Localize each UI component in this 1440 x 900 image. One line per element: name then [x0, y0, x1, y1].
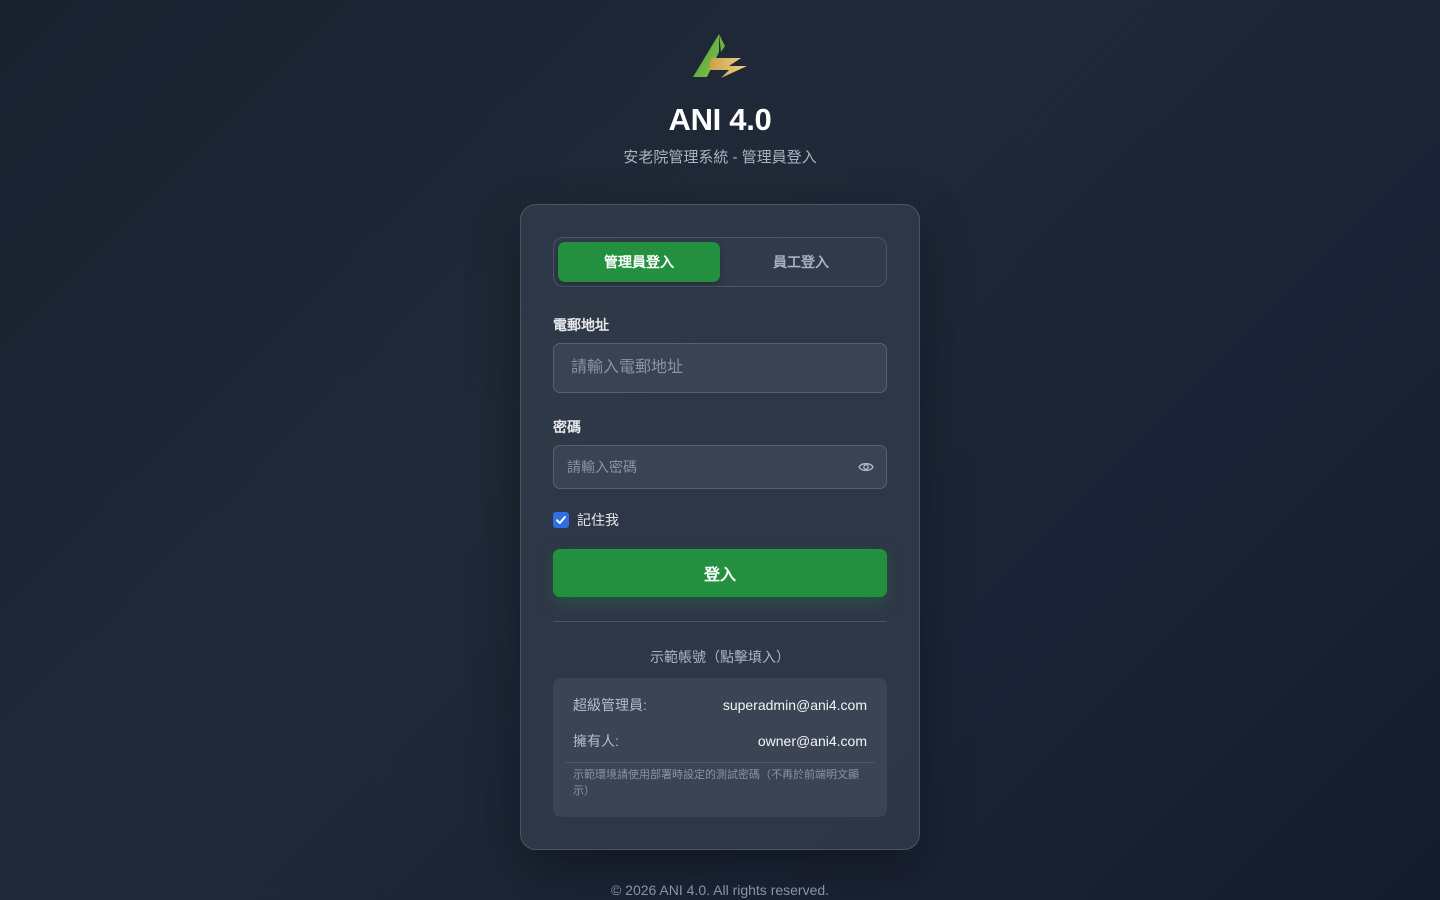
tab-admin-login[interactable]: 管理員登入: [558, 242, 720, 282]
password-field[interactable]: [553, 445, 887, 489]
demo-account-email: superadmin@ani4.com: [722, 697, 867, 713]
demo-account-email: owner@ani4.com: [757, 733, 867, 749]
login-type-tabs: 管理員登入 員工登入: [553, 237, 887, 287]
footer-copyright: © 2026 ANI 4.0. All rights reserved.: [610, 882, 830, 898]
ani-logo-icon: [693, 34, 747, 78]
remember-me: 記住我: [553, 510, 619, 530]
demo-accounts-title: 示範帳號（點擊填入）: [650, 649, 790, 665]
demo-account-owner[interactable]: 擁有人: owner@ani4.com: [573, 731, 867, 751]
demo-account-superadmin[interactable]: 超級管理員: superadmin@ani4.com: [573, 695, 867, 715]
checkmark-icon: [556, 516, 566, 524]
email-label: 電郵地址: [553, 317, 609, 333]
app-subtitle: 安老院管理系統 - 管理員登入: [623, 149, 817, 166]
demo-accounts-box: 超級管理員: superadmin@ani4.com 擁有人: owner@an…: [553, 678, 887, 817]
email-field[interactable]: [553, 343, 887, 393]
login-card: 管理員登入 員工登入 電郵地址 密碼 記住我 登入 示範帳號（點擊填入） 超級管…: [520, 204, 920, 850]
eye-icon[interactable]: [858, 460, 874, 474]
demo-account-role: 超級管理員:: [573, 697, 647, 713]
divider: [553, 621, 887, 622]
app-title: ANI 4.0: [668, 102, 772, 137]
remember-me-label[interactable]: 記住我: [577, 510, 619, 530]
login-button[interactable]: 登入: [553, 549, 887, 597]
demo-separator: [565, 762, 875, 763]
demo-account-role: 擁有人:: [573, 733, 619, 749]
demo-note: 示範環境請使用部署時設定的測試密碼（不再於前端明文顯示）: [573, 769, 859, 797]
password-label: 密碼: [553, 419, 581, 435]
tab-staff-login[interactable]: 員工登入: [720, 242, 882, 282]
remember-me-checkbox[interactable]: [553, 512, 569, 528]
page-header: ANI 4.0 安老院管理系統 - 管理員登入: [0, 32, 1440, 168]
